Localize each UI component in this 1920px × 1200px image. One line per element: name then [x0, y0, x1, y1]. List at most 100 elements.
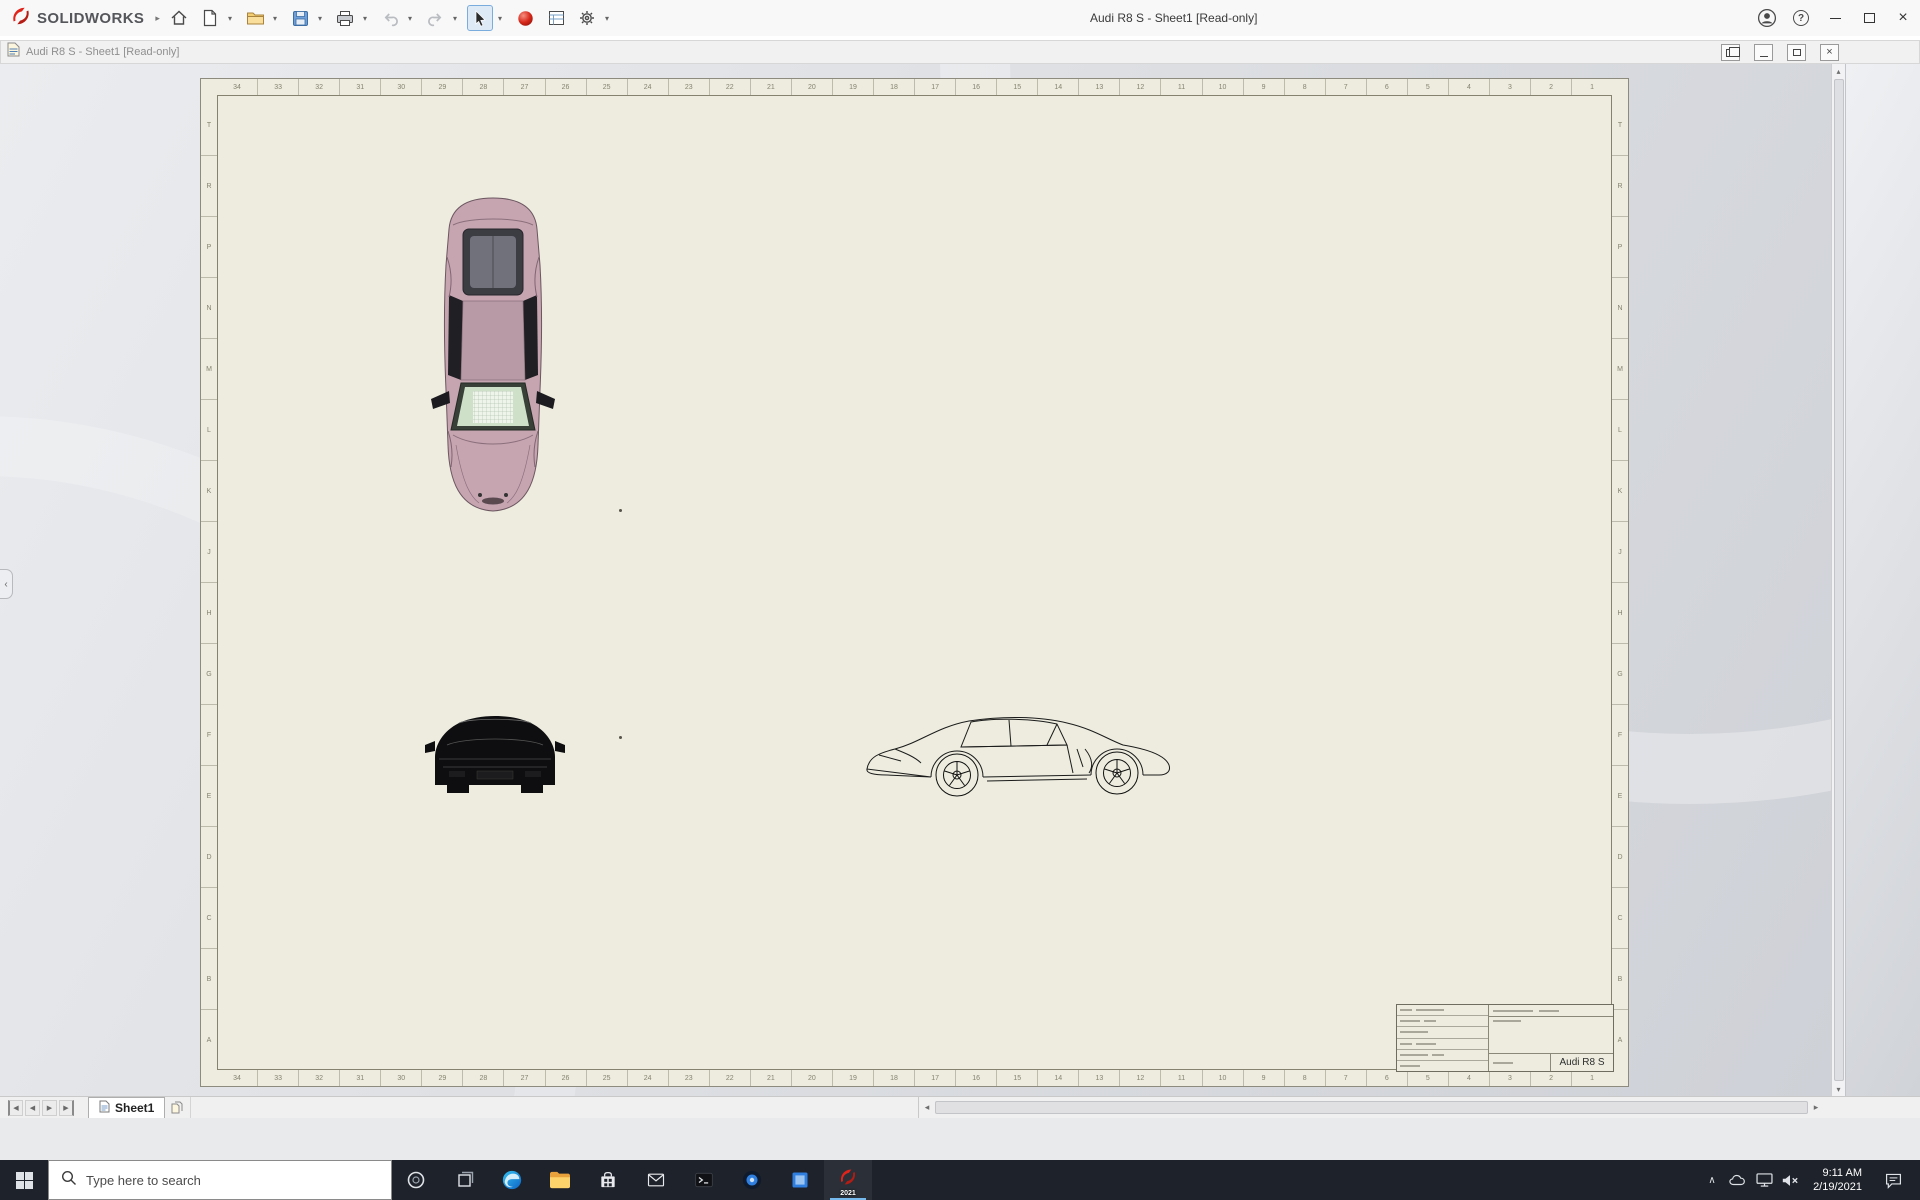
- zone-label: C: [201, 888, 217, 949]
- home-button[interactable]: [166, 5, 192, 31]
- print-dropdown[interactable]: ▾: [358, 5, 372, 31]
- drawing-sheet[interactable]: 34 33 32 31 30 29 28 27 26 25 24 23 22 21 20 19 18 17 16 15…: [200, 78, 1629, 1087]
- taskbar-search-input[interactable]: [86, 1172, 346, 1188]
- scroll-right-arrow[interactable]: ▸: [1808, 1102, 1824, 1113]
- zone-label: 8: [1285, 79, 1326, 95]
- task-pane-collapsed[interactable]: [1845, 64, 1920, 1096]
- graphics-area[interactable]: ‹ 34 33 32 31 30 29 28 27 26 25 24 23 22 21 20 19 18 17 16…: [0, 64, 1920, 1096]
- redo-button[interactable]: [422, 5, 448, 31]
- start-button[interactable]: [0, 1160, 48, 1200]
- action-center-button[interactable]: [1872, 1171, 1914, 1190]
- scroll-down-arrow[interactable]: ▾: [1836, 1082, 1840, 1096]
- zone-label: K: [201, 461, 217, 522]
- horizontal-scroll-track[interactable]: [935, 1100, 1808, 1115]
- solidworks-app-icon[interactable]: 2021: [824, 1160, 872, 1200]
- drawing-view-side[interactable]: [861, 709, 1181, 804]
- open-button[interactable]: [242, 5, 268, 31]
- document-title: Audi R8 S - Sheet1 [Read-only]: [26, 46, 180, 58]
- mail-app-icon[interactable]: [632, 1160, 680, 1200]
- sheet-tab-sheet1[interactable]: Sheet1: [88, 1097, 166, 1118]
- open-dropdown[interactable]: ▾: [268, 5, 282, 31]
- cortana-button[interactable]: [392, 1160, 440, 1200]
- add-sheet-button[interactable]: [165, 1097, 192, 1118]
- minimize-button[interactable]: [1818, 0, 1852, 36]
- photos-app-icon[interactable]: [776, 1160, 824, 1200]
- network-icon[interactable]: [1751, 1160, 1777, 1200]
- help-button[interactable]: ?: [1784, 0, 1818, 36]
- clock-date: 2/19/2021: [1813, 1181, 1862, 1193]
- save-button[interactable]: [287, 5, 313, 31]
- new-document-button[interactable]: [197, 5, 223, 31]
- vertical-scrollbar[interactable]: ▴ ▾: [1831, 64, 1845, 1096]
- scroll-left-arrow[interactable]: ◂: [919, 1102, 935, 1113]
- taskbar-search[interactable]: [48, 1160, 392, 1200]
- doc-close-button[interactable]: ×: [1820, 44, 1839, 61]
- zone-label: 20: [792, 1070, 833, 1086]
- last-sheet-button[interactable]: ▶: [59, 1099, 74, 1116]
- drawing-view-front[interactable]: [425, 707, 565, 802]
- select-tool-dropdown[interactable]: ▾: [493, 5, 507, 31]
- zone-label: 32: [299, 79, 341, 95]
- title-block-placeholder-line: [1400, 1031, 1428, 1034]
- print-button[interactable]: [332, 5, 358, 31]
- doc-restore-icon: [1792, 49, 1801, 56]
- select-tool-button[interactable]: [467, 5, 493, 31]
- undo-button[interactable]: [377, 5, 403, 31]
- zone-label: 2: [1531, 79, 1573, 95]
- zone-label: 28: [463, 1070, 505, 1086]
- save-dropdown[interactable]: ▾: [313, 5, 327, 31]
- feature-pane-collapse-arrow[interactable]: ‹: [0, 569, 13, 599]
- new-document-dropdown[interactable]: ▾: [223, 5, 237, 31]
- zone-label: L: [201, 400, 217, 461]
- sheet-icon: [99, 1100, 110, 1116]
- edge-app-icon[interactable]: [488, 1160, 536, 1200]
- microsoft-store-app-icon[interactable]: [584, 1160, 632, 1200]
- sheet-format-button[interactable]: [543, 5, 569, 31]
- zone-label: 9: [1244, 1070, 1285, 1086]
- zone-label: 34: [217, 1070, 259, 1086]
- brand-name: SOLIDWORKS: [37, 9, 145, 27]
- doc-minimize-button[interactable]: [1754, 44, 1773, 61]
- vertical-scroll-thumb[interactable]: [1833, 79, 1844, 1081]
- options-gear-button[interactable]: [574, 5, 600, 31]
- doc-restore-button[interactable]: [1787, 44, 1806, 61]
- zone-label: A: [206, 1036, 212, 1044]
- appearance-sphere-button[interactable]: [512, 5, 538, 31]
- zone-label: 14: [1038, 1070, 1080, 1086]
- onedrive-cloud-icon[interactable]: [1725, 1160, 1751, 1200]
- task-view-button[interactable]: [440, 1160, 488, 1200]
- horizontal-scroll-thumb[interactable]: [935, 1101, 1808, 1114]
- terminal-app-icon[interactable]: [680, 1160, 728, 1200]
- sheet-zone-ruler-left: TRPNMLKJHGFEDCB A: [201, 95, 217, 1070]
- sheet-navigation: ◀ ◀ ▶ ▶: [8, 1099, 74, 1116]
- zone-label: N: [1612, 278, 1628, 339]
- first-sheet-button[interactable]: ◀: [8, 1099, 23, 1116]
- zone-label: 17: [915, 79, 957, 95]
- maximize-icon: [1863, 13, 1875, 23]
- maximize-button[interactable]: [1852, 0, 1886, 36]
- options-dropdown[interactable]: ▾: [600, 5, 614, 31]
- undo-dropdown[interactable]: ▾: [403, 5, 417, 31]
- zone-label: L: [1612, 400, 1628, 461]
- title-block-placeholder-line: [1400, 1042, 1412, 1045]
- redo-dropdown[interactable]: ▾: [448, 5, 462, 31]
- zone-label: 21: [751, 1070, 792, 1086]
- zone-label: 13: [1079, 79, 1121, 95]
- drawing-view-top[interactable]: [423, 195, 563, 515]
- drawing-title-block[interactable]: Audi R8 S: [1396, 1004, 1614, 1072]
- taskbar-clock[interactable]: 9:11 AM 2/19/2021: [1803, 1166, 1872, 1194]
- close-button[interactable]: ×: [1886, 0, 1920, 36]
- media-app-icon[interactable]: [728, 1160, 776, 1200]
- previous-sheet-button[interactable]: ◀: [25, 1099, 40, 1116]
- horizontal-scrollbar[interactable]: ◂ ▸: [918, 1097, 1824, 1118]
- hidden-icons-chevron[interactable]: ∧: [1699, 1160, 1725, 1200]
- account-button[interactable]: [1750, 0, 1784, 36]
- zone-label: 21: [751, 79, 792, 95]
- file-explorer-app-icon[interactable]: [536, 1160, 584, 1200]
- next-sheet-button[interactable]: ▶: [42, 1099, 57, 1116]
- solidworks-logo-icon: [10, 5, 32, 32]
- volume-muted-icon[interactable]: [1777, 1160, 1803, 1200]
- doc-tile-button[interactable]: [1721, 44, 1740, 61]
- menu-expand-arrow[interactable]: ▸: [155, 13, 160, 24]
- scroll-up-arrow[interactable]: ▴: [1836, 64, 1840, 78]
